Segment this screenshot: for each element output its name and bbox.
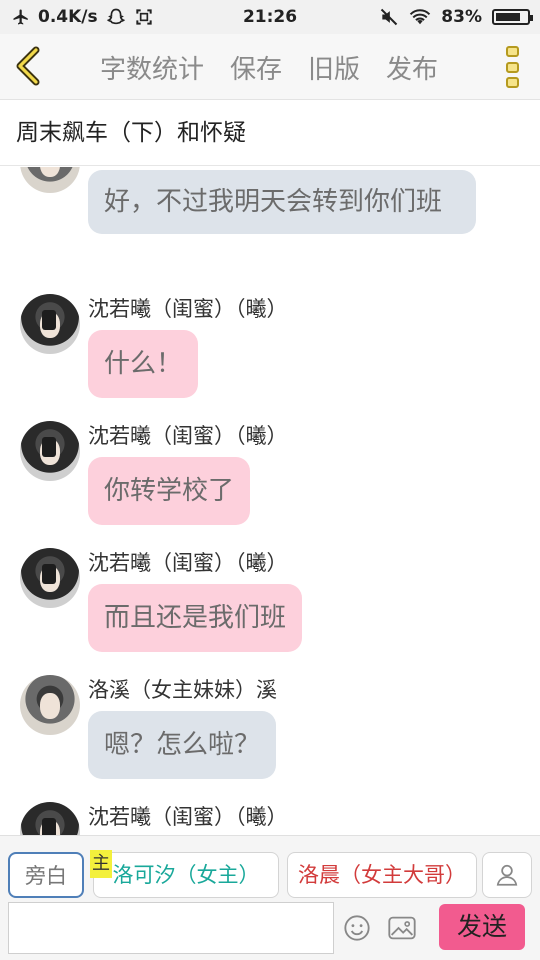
message-bubble[interactable]: 而且还是我们班 [88,584,303,652]
avatar[interactable] [20,421,80,481]
mute-icon [381,8,398,26]
composer-panel: 旁白 洛可汐（女主） 主 洛晨（女主大哥） 发送 [0,835,540,960]
emoji-icon [344,915,370,941]
character-chip-heroine[interactable]: 洛可汐（女主） [93,852,279,898]
editor-toolbar: 字数统计 保存 旧版 发布 [0,34,540,100]
word-count-button[interactable]: 字数统计 [100,49,204,86]
person-icon [496,864,518,886]
avatar[interactable] [20,675,80,735]
chevron-left-icon [16,46,40,86]
battery-fill [496,13,521,21]
avatar[interactable] [20,167,80,193]
chapter-title: 周末飙车（下）和怀疑 [16,120,246,146]
message-bubble[interactable]: 你转学校了 [88,457,251,525]
message-input[interactable] [8,902,334,954]
message-bubble[interactable]: 嗯？怎么啦？ [88,711,277,779]
chat-area[interactable]: 好，不过我明天会转到你们班 沈若曦（闺蜜）（曦） 什么！ 沈若曦（闺蜜）（曦） … [0,167,540,835]
wifi-icon [410,9,431,25]
character-manage-button[interactable] [482,852,532,898]
avatar[interactable] [20,548,80,608]
image-button[interactable] [387,914,417,942]
battery-icon [492,9,533,25]
sender-name: 沈若曦（闺蜜）（曦） [88,551,288,575]
publish-button[interactable]: 发布 [386,49,438,86]
protagonist-badge: 主 [90,850,112,878]
vertical-dots-icon [505,46,519,57]
image-icon [388,916,416,940]
battery-percent: 83% [441,7,482,27]
more-menu-button[interactable] [502,46,522,88]
chapter-title-field[interactable]: 周末飙车（下）和怀疑 [0,100,540,166]
character-chip-brother[interactable]: 洛晨（女主大哥） [287,852,477,898]
send-button[interactable]: 发送 [439,904,525,950]
sender-name: 沈若曦（闺蜜）（曦） [88,805,288,829]
avatar[interactable] [20,294,80,354]
status-bar: 0.4K/s 21:26 83% [0,0,540,34]
back-button[interactable] [10,46,50,86]
old-version-button[interactable]: 旧版 [308,49,360,86]
sender-name: 沈若曦（闺蜜）（曦） [88,297,288,321]
avatar[interactable] [20,802,80,835]
sender-name: 洛溪（女主妹妹）溪 [88,678,277,702]
message-bubble[interactable]: 好，不过我明天会转到你们班 [88,170,476,234]
message-bubble[interactable]: 什么！ [88,330,199,398]
save-button[interactable]: 保存 [230,49,282,86]
sender-name: 沈若曦（闺蜜）（曦） [88,424,288,448]
character-selector: 旁白 洛可汐（女主） 主 洛晨（女主大哥） [0,850,540,902]
emoji-button[interactable] [343,914,371,942]
narration-chip[interactable]: 旁白 [8,852,84,898]
